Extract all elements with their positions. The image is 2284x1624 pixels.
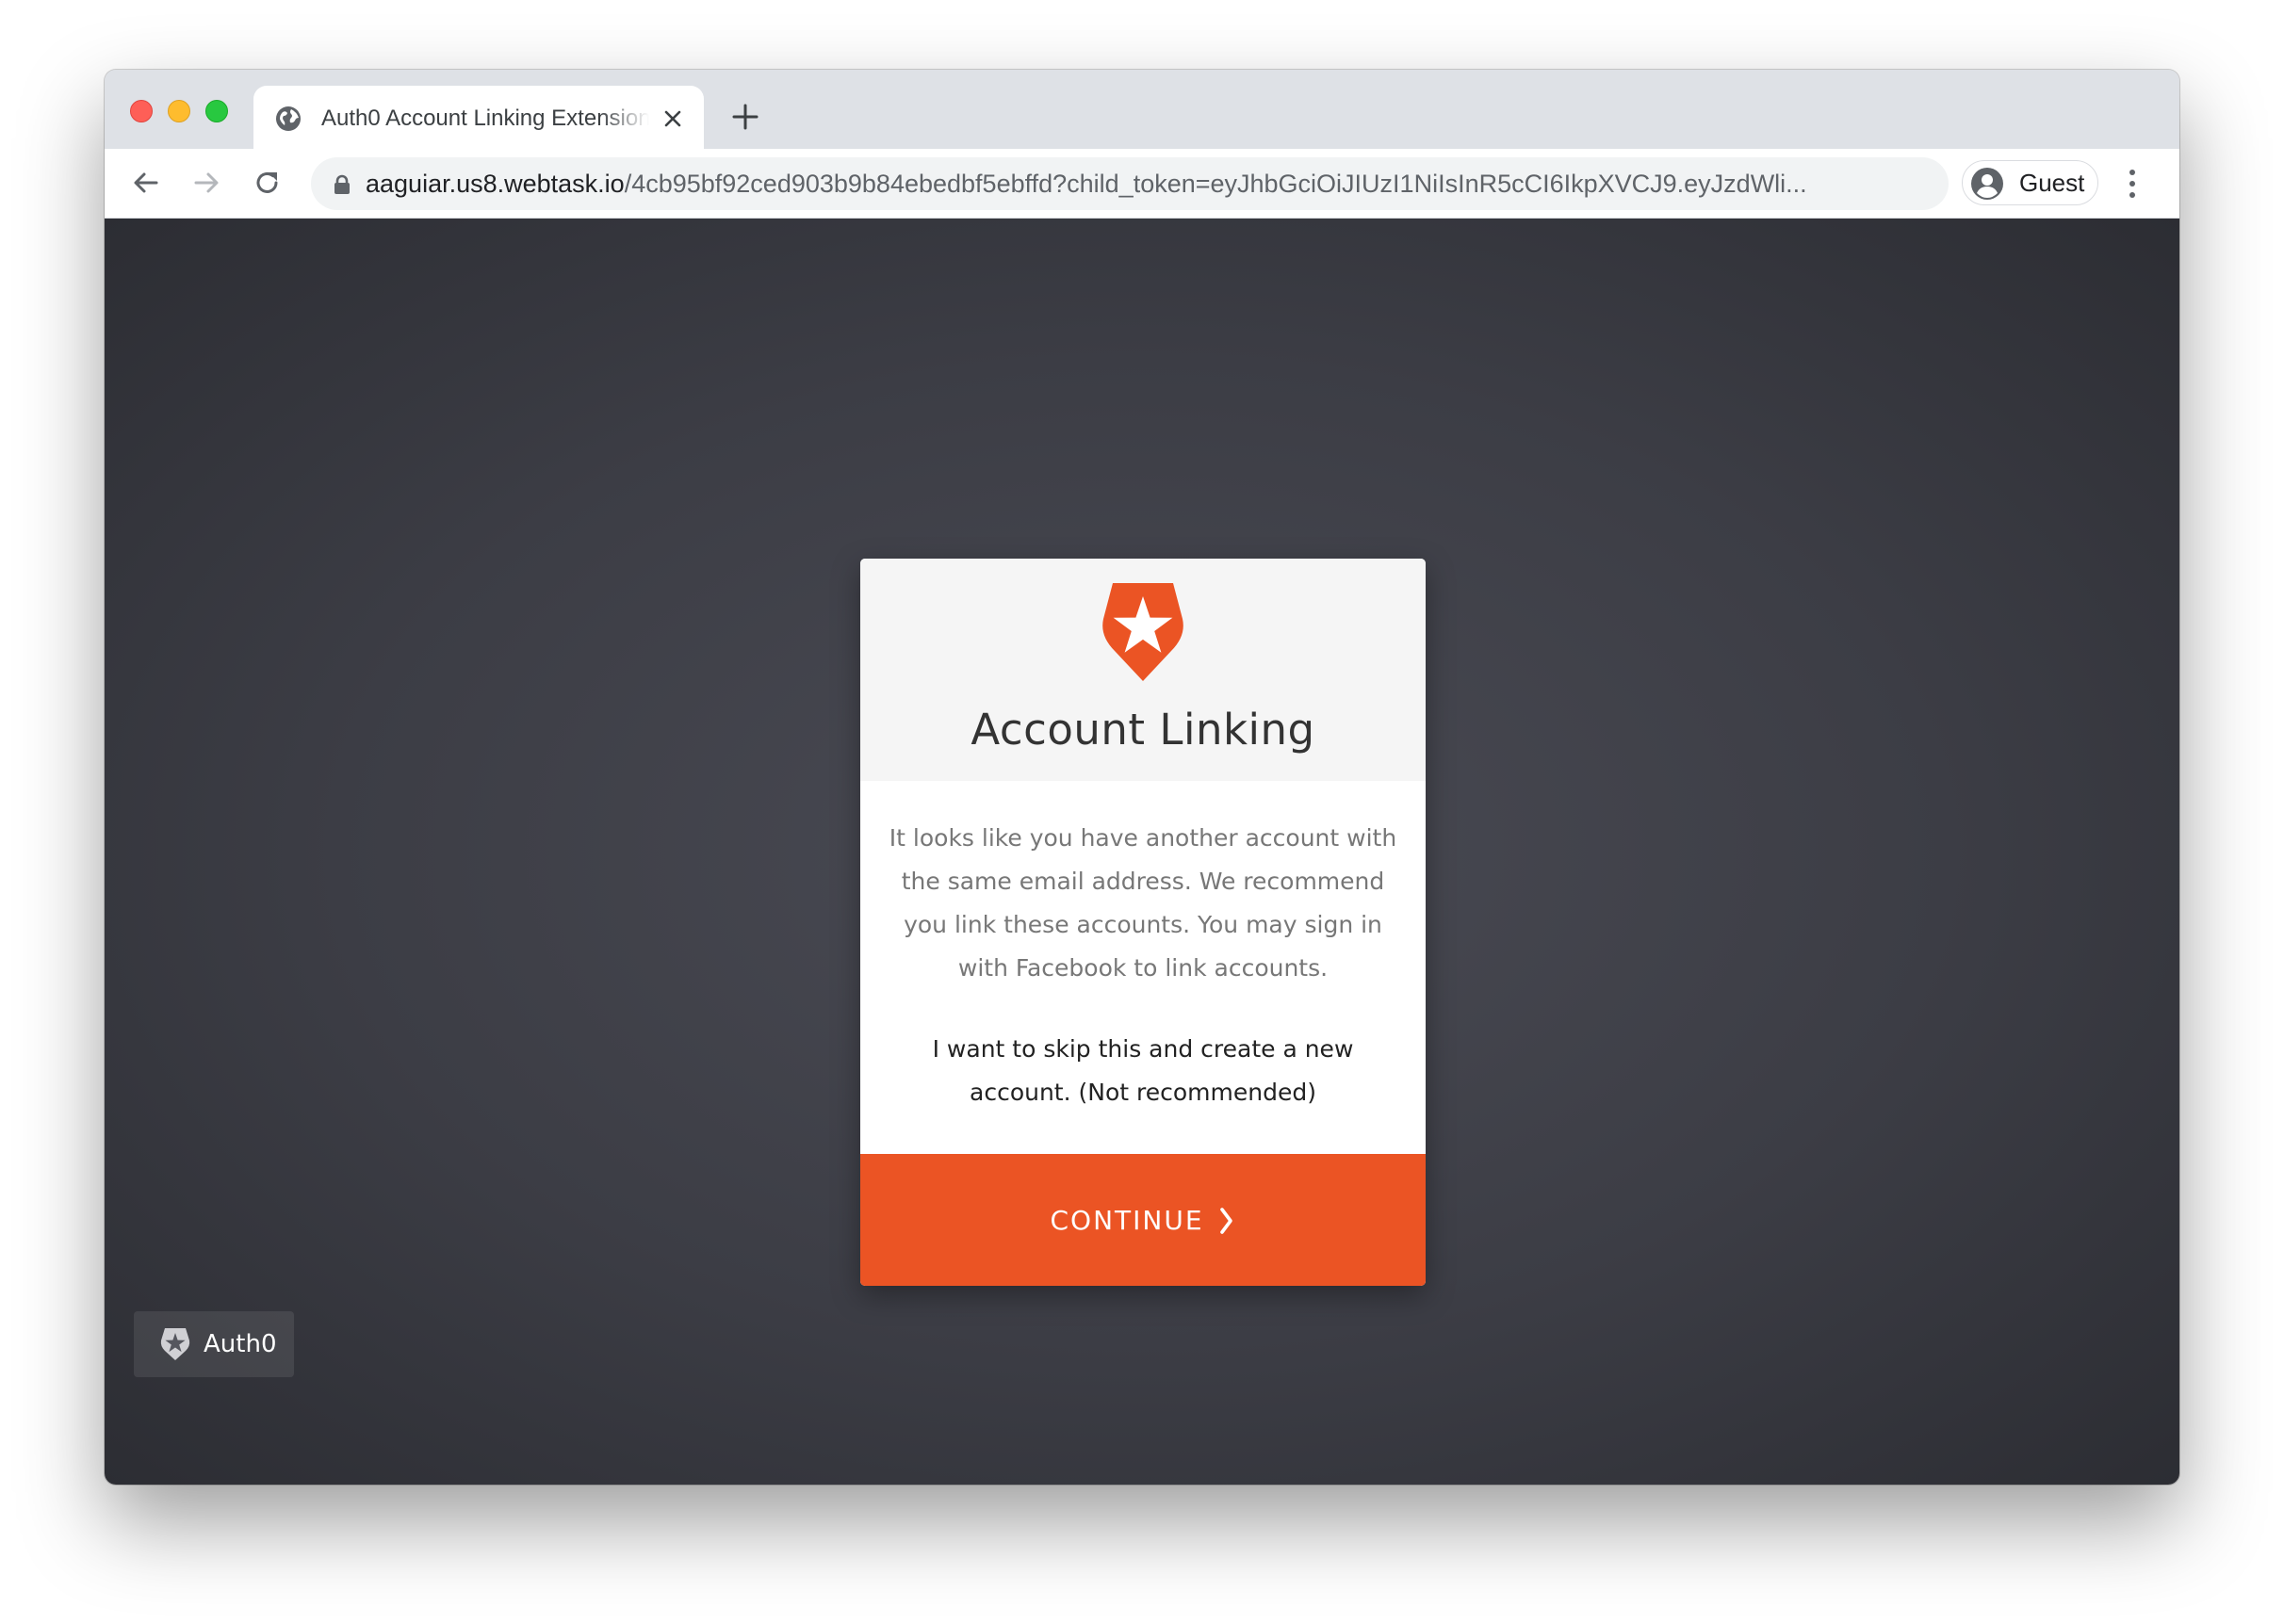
auth0-badge[interactable]: Auth0 bbox=[134, 1311, 294, 1377]
close-tab-icon[interactable] bbox=[661, 106, 685, 131]
continue-button[interactable]: CONTINUE bbox=[860, 1154, 1426, 1286]
auth0-logo-icon bbox=[160, 1328, 190, 1360]
lock-icon[interactable] bbox=[334, 174, 351, 195]
plus-icon[interactable] bbox=[731, 103, 759, 131]
url-host: aaguiar.us8.webtask.io bbox=[366, 170, 625, 198]
account-linking-card: Account Linking It looks like you have a… bbox=[860, 559, 1426, 1286]
profile-label: Guest bbox=[2019, 169, 2085, 197]
address-bar[interactable]: aaguiar.us8.webtask.io/4cb95bf92ced903b9… bbox=[311, 157, 1949, 210]
maximize-window-button[interactable] bbox=[205, 100, 228, 122]
badge-label: Auth0 bbox=[204, 1330, 277, 1358]
browser-toolbar: aaguiar.us8.webtask.io/4cb95bf92ced903b9… bbox=[105, 149, 2179, 219]
tab-title: Auth0 Account Linking Extension bbox=[321, 106, 649, 131]
reload-icon[interactable] bbox=[253, 168, 283, 198]
linking-message: It looks like you have another account w… bbox=[889, 824, 1397, 982]
kebab-icon[interactable] bbox=[2127, 168, 2138, 200]
globe-icon bbox=[276, 106, 301, 131]
chevron-right-icon bbox=[1219, 1208, 1232, 1234]
forward-arrow-icon[interactable] bbox=[191, 168, 221, 198]
auth0-shield-icon bbox=[1102, 583, 1183, 681]
card-title: Account Linking bbox=[971, 705, 1315, 755]
browser-window: Auth0 Account Linking Extension aaguiar.… bbox=[105, 70, 2179, 1485]
person-icon bbox=[1971, 168, 2003, 200]
tab-auth0-account-linking[interactable]: Auth0 Account Linking Extension bbox=[253, 86, 704, 149]
continue-label: CONTINUE bbox=[1050, 1205, 1204, 1236]
minimize-window-button[interactable] bbox=[168, 100, 190, 122]
tab-strip: Auth0 Account Linking Extension bbox=[105, 70, 2179, 149]
url-path: /4cb95bf92ced903b9b84ebedbf5ebffd?child_… bbox=[624, 170, 1807, 198]
card-header: Account Linking bbox=[860, 559, 1426, 781]
close-window-button[interactable] bbox=[130, 100, 153, 122]
page-viewport: Account Linking It looks like you have a… bbox=[105, 219, 2179, 1485]
back-arrow-icon[interactable] bbox=[131, 168, 161, 198]
skip-linking-link[interactable]: I want to skip this and create a new acc… bbox=[879, 1028, 1407, 1114]
profile-button[interactable]: Guest bbox=[1962, 160, 2098, 205]
url-text[interactable]: aaguiar.us8.webtask.io/4cb95bf92ced903b9… bbox=[366, 157, 1911, 210]
